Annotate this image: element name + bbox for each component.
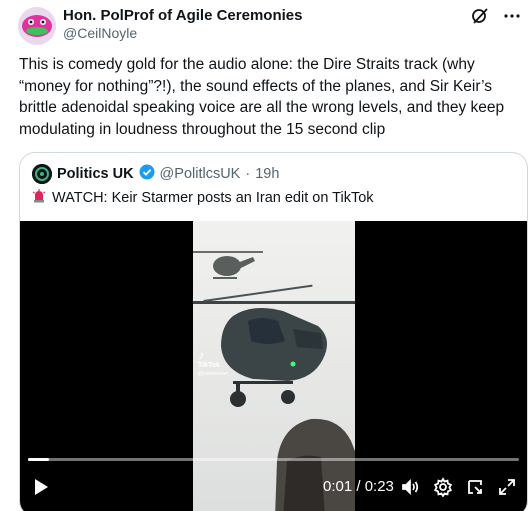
tiktok-brand: TikTok (198, 362, 220, 369)
video-controls: 0:01 / 0:23 (20, 469, 527, 505)
volume-icon[interactable] (399, 476, 421, 498)
video-progress-bar[interactable] (28, 458, 519, 461)
settings-gear-icon[interactable] (432, 476, 454, 498)
quoted-author-handle[interactable]: @PolitlcsUK (160, 166, 241, 182)
fullscreen-icon[interactable] (496, 476, 518, 498)
picture-in-picture-icon[interactable] (464, 476, 486, 498)
tiktok-watermark: ♪ TikTok @keirstarmer (198, 348, 229, 377)
quoted-separator: · (245, 166, 251, 182)
video-progress-fill (28, 458, 50, 461)
quoted-timestamp[interactable]: 19h (255, 166, 279, 182)
author-name[interactable]: Hon. PolProf of Agile Ceremonies (63, 7, 302, 24)
siren-emoji-icon (32, 189, 46, 207)
quoted-text: WATCH: Keir Starmer posts an Iran edit o… (52, 190, 374, 206)
author-avatar[interactable] (18, 7, 56, 45)
grok-icon[interactable] (470, 6, 490, 26)
author-handle[interactable]: @CeilNoyle (63, 25, 137, 41)
video-time: 0:01 / 0:23 (323, 478, 394, 495)
more-options-icon[interactable] (502, 6, 522, 26)
quoted-avatar[interactable] (32, 164, 52, 184)
quoted-author-name[interactable]: Politics UK (57, 166, 134, 182)
verified-badge-icon (139, 164, 155, 184)
quoted-tweet[interactable]: Politics UK @PolitlcsUK · 19h WATCH: Kei… (19, 152, 528, 511)
play-icon[interactable] (32, 477, 50, 497)
video-frame[interactable]: ♪ TikTok @keirstarmer (193, 221, 355, 511)
tweet-text: This is comedy gold for the audio alone:… (19, 56, 505, 138)
video-player[interactable]: ♪ TikTok @keirstarmer 0:01 / 0:23 (20, 221, 527, 511)
tiktok-user: @keirstarmer (198, 371, 229, 377)
